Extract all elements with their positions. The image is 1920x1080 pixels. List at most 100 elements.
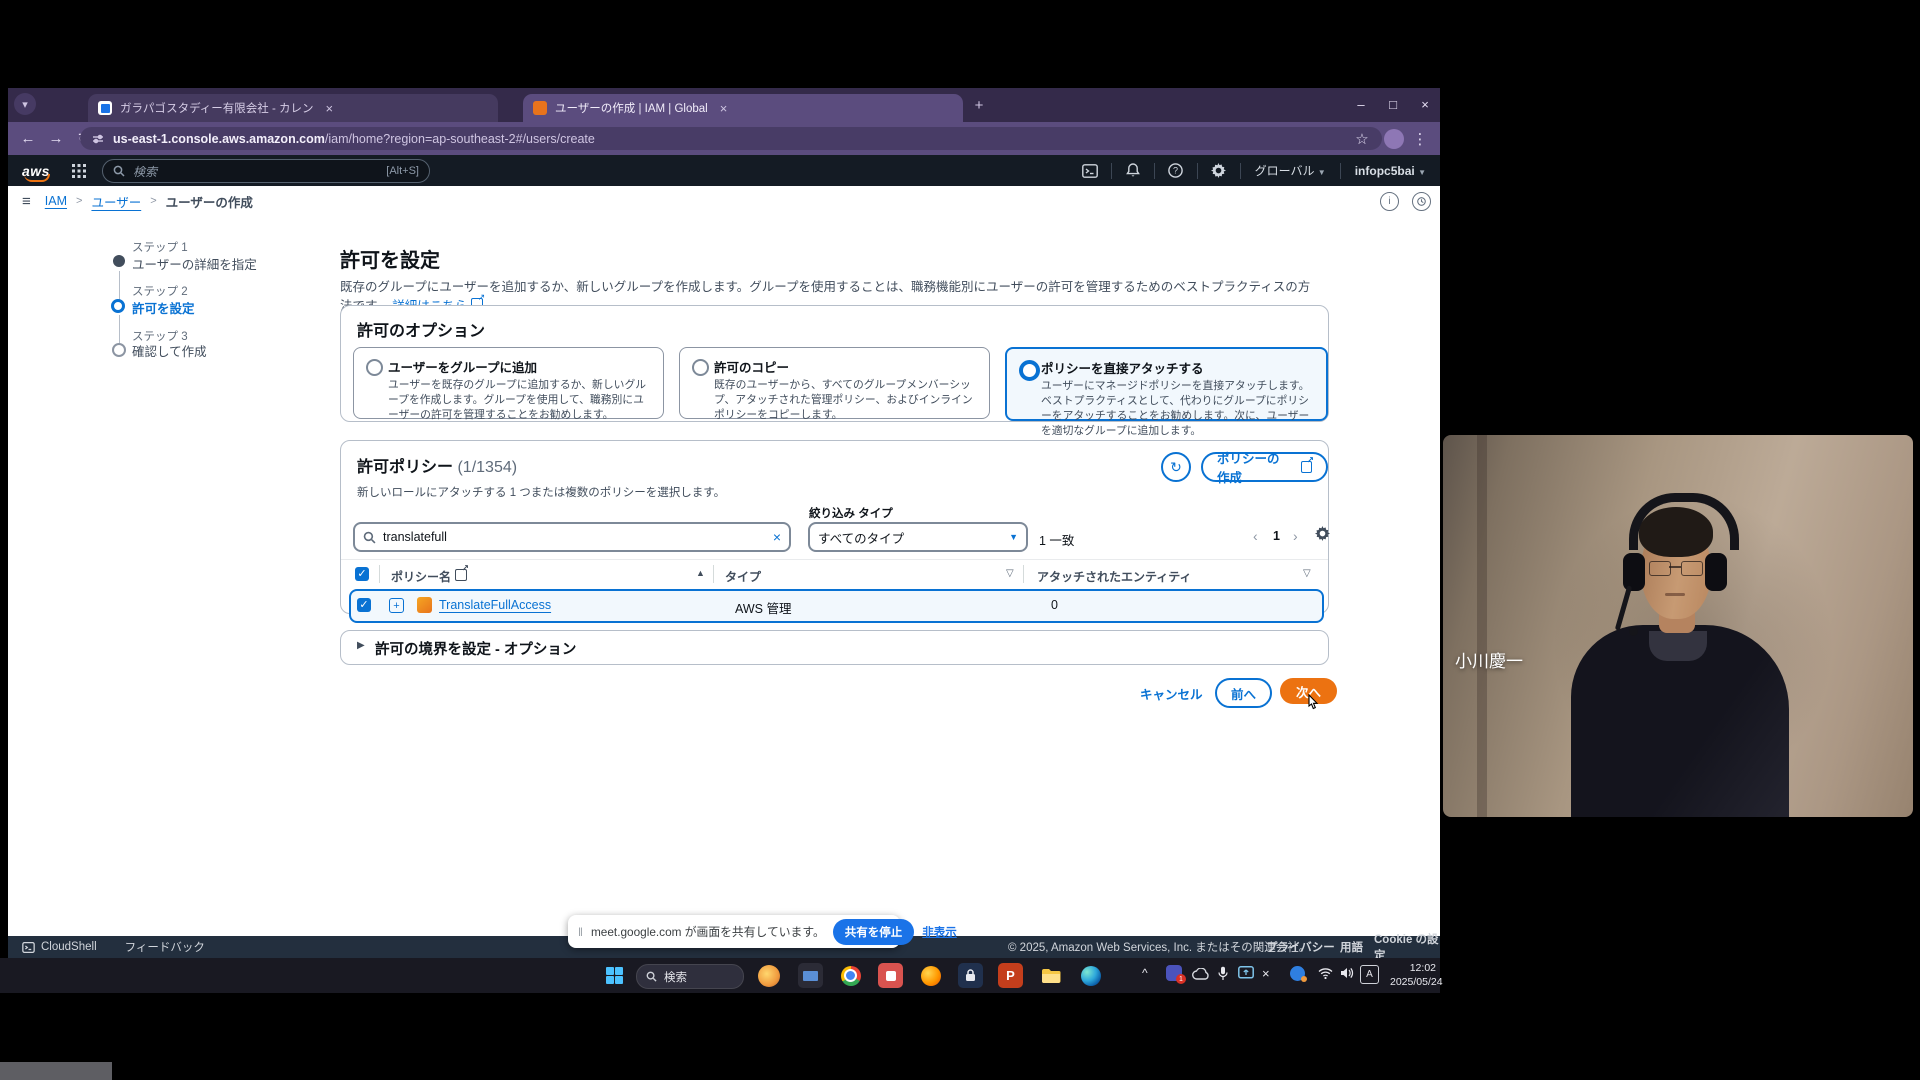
permissions-boundary-card[interactable]: ▶ 許可の境界を設定 - オプション xyxy=(340,630,1329,665)
hamburger-menu-icon[interactable]: ≡ xyxy=(22,193,31,210)
aws-logo[interactable]: aws xyxy=(22,163,50,179)
step-connector xyxy=(119,315,120,343)
cancel-button[interactable]: キャンセル xyxy=(1140,684,1203,703)
browser-menu-button[interactable]: ⋮ xyxy=(1406,130,1434,148)
step-connector xyxy=(119,271,120,301)
browser-tab-iam[interactable]: ユーザーの作成 | IAM | Global × xyxy=(523,94,963,122)
expand-row-button[interactable]: + xyxy=(389,598,404,613)
tab-search-button[interactable]: ▾ xyxy=(14,93,36,115)
external-link-icon xyxy=(1301,461,1312,473)
refresh-button[interactable]: ↻ xyxy=(1161,452,1191,482)
step-2-title[interactable]: 許可を設定 xyxy=(132,298,195,317)
firefox-icon[interactable] xyxy=(918,963,943,988)
info-icon[interactable]: i xyxy=(1380,192,1399,211)
row-checkbox-checked[interactable]: ✓ xyxy=(357,598,371,612)
drag-grip-icon[interactable]: ‖ xyxy=(578,925,583,939)
maximize-button[interactable]: □ xyxy=(1378,92,1408,116)
close-icon[interactable]: × xyxy=(326,101,334,116)
sort-asc-icon[interactable]: ▲ xyxy=(696,568,705,578)
bookmark-star-icon[interactable]: ☆ xyxy=(1348,130,1376,148)
start-button[interactable] xyxy=(602,963,627,988)
tray-close-icon[interactable]: × xyxy=(1262,966,1270,981)
forward-button[interactable]: → xyxy=(42,130,70,147)
new-tab-button[interactable]: + xyxy=(968,94,990,116)
clear-search-icon[interactable]: × xyxy=(773,529,781,545)
account-menu[interactable]: infopc5bai ▼ xyxy=(1355,164,1426,178)
privacy-link[interactable]: プライバシー xyxy=(1266,939,1335,955)
settings-gear-icon[interactable] xyxy=(1206,163,1232,178)
messaging-dot-icon[interactable] xyxy=(1290,966,1305,984)
chevron-down-icon: ▼ xyxy=(1009,532,1018,542)
taskbar-clock[interactable]: 12:02 2025/05/24 xyxy=(1390,962,1436,989)
stop-sharing-button[interactable]: 共有を停止 xyxy=(833,919,915,945)
taskbar-search-box[interactable]: 検索 xyxy=(636,964,744,989)
pagination-page-1[interactable]: 1 xyxy=(1273,529,1280,543)
expand-section-icon[interactable]: ▶ xyxy=(357,640,365,651)
aws-search-input[interactable]: 検索 [Alt+S] xyxy=(102,159,430,183)
table-preferences-gear-icon[interactable] xyxy=(1315,526,1330,541)
step-1-title[interactable]: ユーザーの詳細を指定 xyxy=(132,254,257,273)
breadcrumb-iam-link[interactable]: IAM xyxy=(45,194,67,208)
step-3-title[interactable]: 確認して作成 xyxy=(132,341,207,360)
profile-avatar[interactable] xyxy=(1384,129,1404,149)
browser-tab-calendar[interactable]: ガラパゴスタディー有限会社 - カレン × xyxy=(88,94,498,122)
monitor-app-icon[interactable] xyxy=(798,963,823,988)
ime-language-icon[interactable]: A xyxy=(1360,965,1379,984)
back-button[interactable]: ← xyxy=(14,130,42,147)
type-filter-dropdown[interactable]: すべてのタイプ ▼ xyxy=(808,522,1028,552)
cloudshell-icon[interactable] xyxy=(1077,164,1103,178)
breadcrumb-users-link[interactable]: ユーザー xyxy=(91,192,141,211)
copyright-text: © 2025, Amazon Web Services, Inc. またはその関… xyxy=(1008,939,1310,955)
radio-unselected[interactable] xyxy=(692,359,709,376)
app-red-icon[interactable] xyxy=(878,963,903,988)
powerpoint-icon[interactable]: P xyxy=(998,963,1023,988)
create-policy-button[interactable]: ポリシーの作成 xyxy=(1201,452,1328,482)
onedrive-cloud-icon[interactable] xyxy=(1192,968,1210,980)
previous-button[interactable]: 前へ xyxy=(1215,678,1272,708)
help-icon[interactable]: ? xyxy=(1163,163,1189,178)
feedback-link[interactable]: フィードバック xyxy=(125,939,205,955)
widgets-icon[interactable] xyxy=(758,965,780,987)
edge-icon[interactable] xyxy=(1078,963,1103,988)
close-window-button[interactable]: × xyxy=(1410,92,1440,116)
policy-search-input[interactable]: translatefull × xyxy=(353,522,791,552)
option-add-to-group[interactable]: ユーザーをグループに追加 ユーザーを既存のグループに追加するか、新しいグループを… xyxy=(353,347,664,419)
url-bar[interactable]: us-east-1.console.aws.amazon.com/iam/hom… xyxy=(80,127,1382,150)
microphone-icon[interactable] xyxy=(1218,966,1228,981)
radio-selected[interactable] xyxy=(1019,360,1040,381)
cloudshell-footer-button[interactable]: CloudShell xyxy=(22,941,97,953)
radio-unselected[interactable] xyxy=(366,359,383,376)
filter-icon[interactable]: ▽ xyxy=(1006,568,1014,579)
teams-icon[interactable]: 1 xyxy=(1166,965,1182,984)
select-all-checkbox[interactable]: ✓ xyxy=(355,567,369,581)
policy-table-row[interactable]: ✓ + TranslateFullAccess AWS 管理 0 xyxy=(349,589,1324,623)
option-copy-permissions[interactable]: 許可のコピー 既存のユーザーから、すべてのグループメンバーシップ、アタッチされた… xyxy=(679,347,990,419)
history-icon[interactable] xyxy=(1412,192,1431,211)
pagination-next[interactable]: › xyxy=(1293,528,1298,544)
close-icon[interactable]: × xyxy=(720,101,728,116)
column-type[interactable]: タイプ xyxy=(725,568,761,585)
meet-share-bar: ‖ meet.google.com が画面を共有しています。 共有を停止 非表示 xyxy=(568,915,900,948)
terms-link[interactable]: 用語 xyxy=(1340,939,1363,955)
search-placeholder: 検索 xyxy=(133,163,378,180)
webcam-video-tile: 小川慶一 xyxy=(1443,435,1913,817)
filter-icon[interactable]: ▽ xyxy=(1303,568,1311,579)
services-grid-icon[interactable] xyxy=(72,164,86,178)
hide-link[interactable]: 非表示 xyxy=(922,924,957,940)
notifications-bell-icon[interactable] xyxy=(1120,163,1146,178)
column-policy-name[interactable]: ポリシー名 xyxy=(391,568,467,585)
option-attach-policies-directly[interactable]: ポリシーを直接アタッチする ユーザーにマネージドポリシーを直接アタッチします。ベ… xyxy=(1005,347,1328,421)
wifi-icon[interactable] xyxy=(1318,968,1333,979)
windows-taskbar: 検索 P ^ 1 × xyxy=(0,958,1440,993)
pagination-prev[interactable]: ‹ xyxy=(1253,528,1258,544)
column-attached-entities[interactable]: アタッチされたエンティティ xyxy=(1037,568,1192,585)
lock-app-icon[interactable] xyxy=(958,963,983,988)
region-selector[interactable]: グローバル ▼ xyxy=(1255,162,1326,179)
screen-share-tray-icon[interactable] xyxy=(1238,966,1254,980)
tray-chevron-up-icon[interactable]: ^ xyxy=(1142,966,1148,980)
volume-icon[interactable] xyxy=(1340,967,1354,979)
policy-name-link[interactable]: TranslateFullAccess xyxy=(439,598,551,612)
chrome-icon[interactable] xyxy=(838,963,863,988)
minimize-button[interactable]: – xyxy=(1346,92,1376,116)
file-explorer-icon[interactable] xyxy=(1038,963,1063,988)
